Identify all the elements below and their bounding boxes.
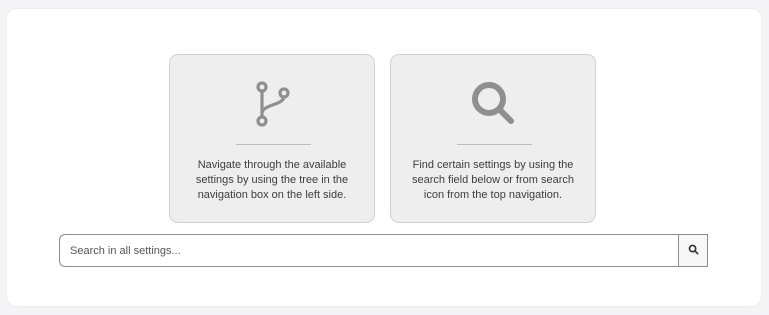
- card-divider: [457, 144, 532, 145]
- search-icon: [391, 79, 595, 127]
- settings-search-input[interactable]: [59, 234, 678, 267]
- card-divider: [236, 144, 311, 145]
- search-icon: [688, 243, 699, 258]
- navigate-tree-text: Navigate through the available settings …: [195, 159, 349, 201]
- settings-search-bar: [59, 234, 708, 267]
- navigate-tree-card: Navigate through the available settings …: [169, 54, 375, 223]
- branch-icon: [170, 79, 374, 127]
- search-button[interactable]: [678, 234, 708, 267]
- search-settings-card: Find certain settings by using the searc…: [390, 54, 596, 223]
- settings-panel: Navigate through the available settings …: [7, 9, 761, 306]
- search-settings-text: Find certain settings by using the searc…: [411, 159, 574, 201]
